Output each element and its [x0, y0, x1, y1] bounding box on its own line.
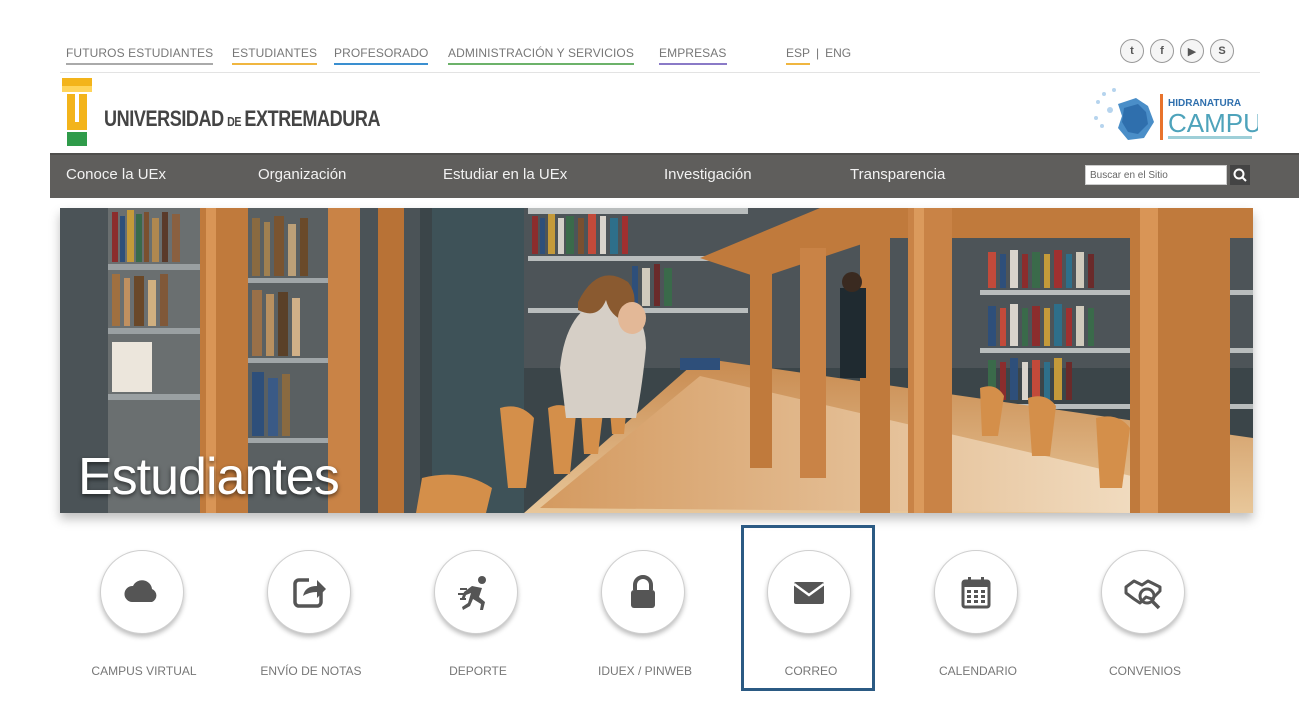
quick-link-iduex-pinweb[interactable]: IDUEX / PINWEB	[575, 540, 715, 690]
quick-link-label: ENVÍO DE NOTAS	[260, 664, 362, 678]
cloud-icon	[124, 580, 157, 602]
nav-conoce[interactable]: Conoce la UEx	[66, 166, 166, 183]
nav-administracion[interactable]: ADMINISTRACIÓN Y SERVICIOS	[448, 46, 634, 65]
quick-link-circle	[601, 550, 685, 634]
share-icon	[293, 576, 327, 608]
quick-link-label: IDUEX / PINWEB	[597, 664, 692, 678]
search-icon	[1233, 168, 1247, 182]
quick-link-calendario[interactable]: CALENDARIO	[908, 540, 1048, 690]
quick-link-convenios[interactable]: CONVENIOS	[1075, 540, 1215, 690]
nav-estudiantes[interactable]: ESTUDIANTES	[232, 46, 318, 65]
language-switcher: ESP | ENG	[786, 46, 851, 65]
nav-estudiar[interactable]: Estudiar en la UEx	[443, 166, 567, 183]
quick-link-campus-virtual[interactable]: CAMPUS VIRTUAL	[74, 540, 214, 690]
quick-link-deporte[interactable]: DEPORTE	[408, 540, 548, 690]
nav-futuros-estudiantes[interactable]: FUTUROS ESTUDIANTES	[66, 46, 214, 65]
campus-bottom-text: CAMPUS	[1168, 108, 1258, 138]
stumbleupon-icon[interactable]: S	[1210, 39, 1234, 63]
quick-link-circle	[767, 550, 851, 634]
nav-organizacion[interactable]: Organización	[258, 166, 346, 183]
twitter-icon[interactable]: t	[1120, 39, 1144, 63]
facebook-icon[interactable]: f	[1150, 39, 1174, 63]
lock-icon	[631, 575, 655, 608]
nav-empresas[interactable]: EMPRESAS	[659, 46, 727, 65]
search-button[interactable]	[1230, 165, 1250, 185]
search-input[interactable]	[1085, 165, 1227, 185]
calendar-icon	[961, 577, 991, 609]
university-logo[interactable]: UNIVERSIDAD DE EXTREMADURA	[60, 78, 381, 148]
hidranatura-campus-logo: HIDRANATURA CAMPUS	[1094, 88, 1258, 140]
quick-link-label: CONVENIOS	[1108, 664, 1181, 678]
university-name: UNIVERSIDAD DE EXTREMADURA	[104, 106, 381, 131]
quick-link-circle	[434, 550, 518, 634]
lang-separator: |	[816, 46, 820, 60]
hero-title: Estudiantes	[78, 448, 340, 506]
lang-esp[interactable]: ESP	[786, 46, 811, 65]
runner-icon	[458, 576, 486, 610]
quick-link-correo[interactable]: CORREO	[741, 540, 881, 690]
quick-link-circle	[100, 550, 184, 634]
quick-link-label: CORREO	[784, 664, 838, 678]
handshake-icon	[1124, 579, 1162, 610]
uex-logo-mark-icon	[62, 78, 92, 146]
nav-transparencia[interactable]: Transparencia	[850, 166, 945, 183]
quick-link-label: DEPORTE	[449, 664, 507, 678]
page: FUTUROS ESTUDIANTES ESTUDIANTES PROFESOR…	[0, 0, 1299, 708]
quick-link-circle	[934, 550, 1018, 634]
lang-eng[interactable]: ENG	[825, 46, 851, 60]
nav-profesorado[interactable]: PROFESORADO	[334, 46, 429, 65]
quick-link-label: CAMPUS VIRTUAL	[91, 664, 197, 678]
quick-link-label: CALENDARIO	[938, 664, 1018, 678]
quick-link-envio-notas[interactable]: ENVÍO DE NOTAS	[241, 540, 381, 690]
nav-investigacion[interactable]: Investigación	[664, 166, 752, 183]
envelope-icon	[793, 582, 825, 604]
quick-link-circle	[1101, 550, 1185, 634]
main-nav: Conoce la UEx Organización Estudiar en l…	[50, 153, 1299, 198]
quick-link-circle	[267, 550, 351, 634]
youtube-icon[interactable]: ▶	[1180, 39, 1204, 63]
